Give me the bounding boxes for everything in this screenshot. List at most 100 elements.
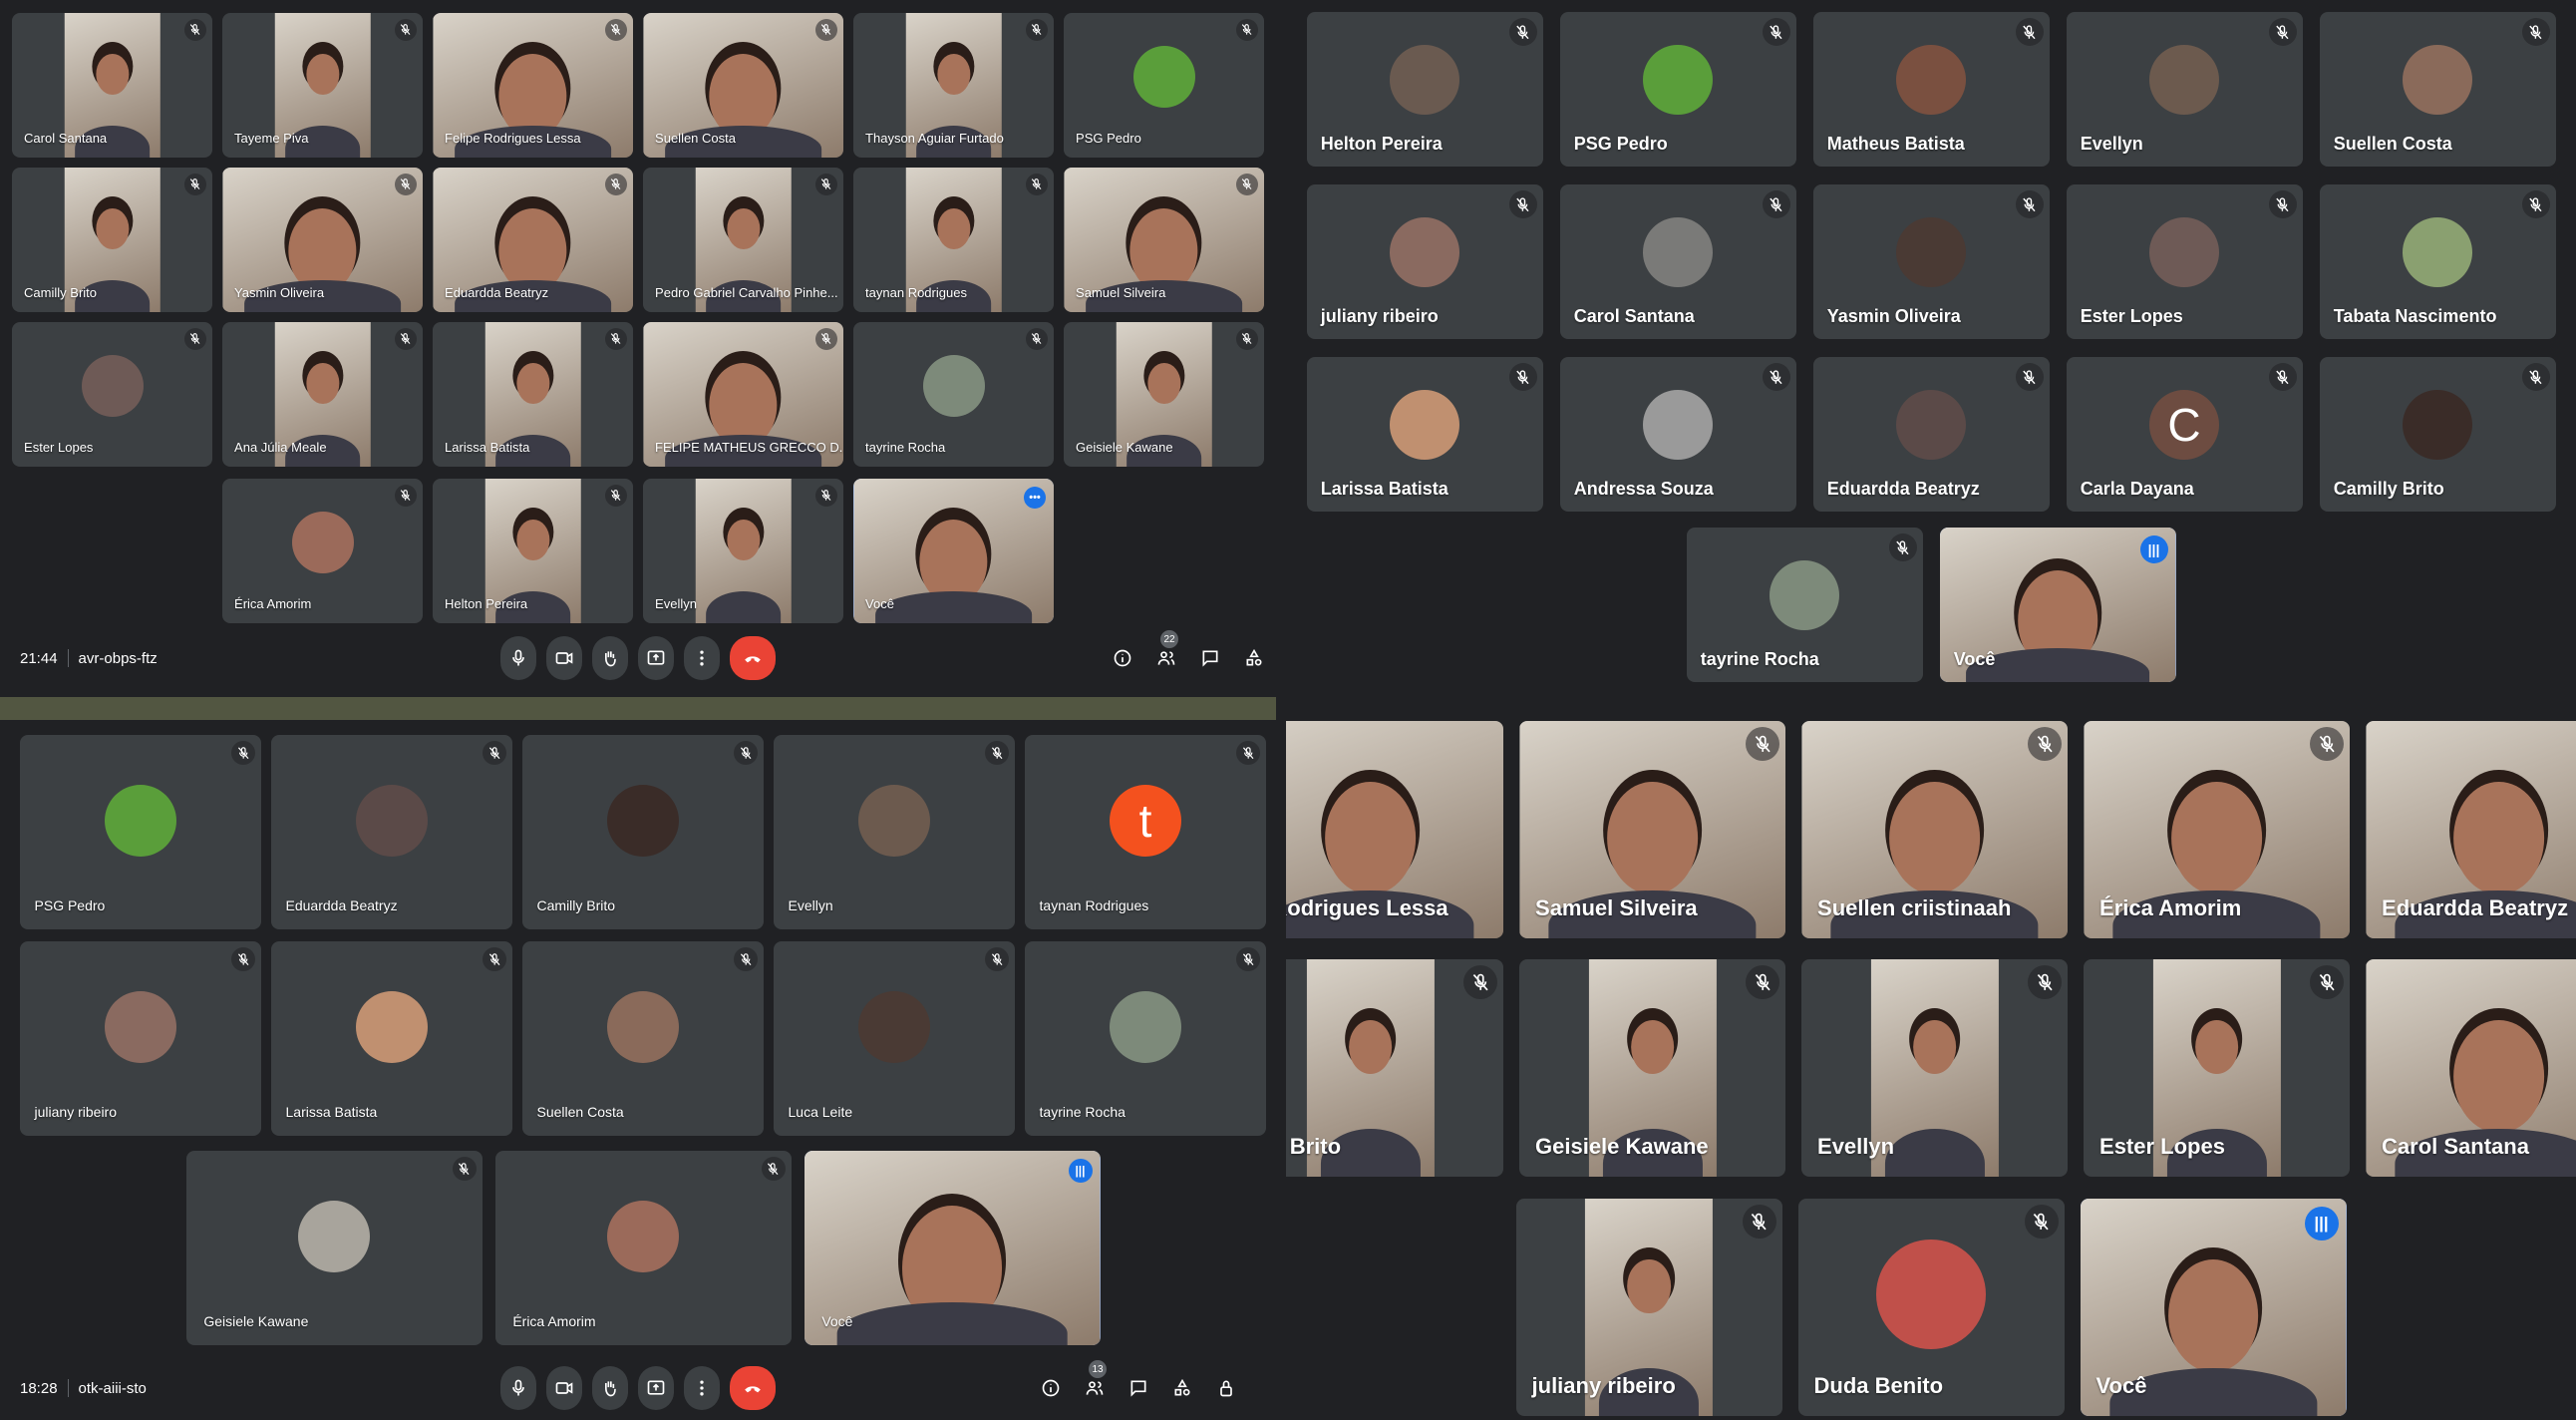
- participant-tile[interactable]: Camilly Brito: [2319, 357, 2556, 512]
- participant-tile[interactable]: Camilly Brito: [12, 168, 212, 312]
- participant-tile[interactable]: Ester Lopes: [2066, 184, 2303, 339]
- meeting-info-icon[interactable]: [1109, 644, 1136, 672]
- participant-tile[interactable]: Larissa Batista: [1306, 357, 1543, 512]
- participant-tile[interactable]: Camilly Brito: [522, 735, 764, 929]
- participant-tile[interactable]: Geisiele Kawane: [1519, 959, 1785, 1177]
- participant-tile[interactable]: illy Brito: [1286, 959, 1503, 1177]
- participant-tile[interactable]: Andressa Souza: [1559, 357, 1796, 512]
- participant-tile[interactable]: Suellen Costa: [643, 13, 843, 158]
- participant-tile[interactable]: Eduardda Beatryz: [1812, 357, 2050, 512]
- present-screen-button[interactable]: [638, 1366, 674, 1410]
- microphone-button[interactable]: [500, 636, 536, 680]
- participant-tile[interactable]: tayrine Rocha: [1686, 528, 1923, 682]
- activities-icon[interactable]: [1240, 644, 1268, 672]
- participant-tile[interactable]: Yasmin Oliveira: [1812, 184, 2050, 339]
- participant-tile[interactable]: tayrine Rocha: [1025, 941, 1266, 1136]
- participant-tile[interactable]: Samuel Silveira: [1064, 168, 1264, 312]
- participant-tile[interactable]: Érica Amorim: [2084, 721, 2350, 938]
- participant-tile[interactable]: Pedro Gabriel Carvalho Pinhe...: [643, 168, 843, 312]
- participant-tile[interactable]: Eduardda Beatryz: [2366, 721, 2576, 938]
- participant-tile[interactable]: Larissa Batista: [433, 322, 633, 467]
- meeting-info-icon[interactable]: [1037, 1374, 1065, 1402]
- participant-tile[interactable]: juliany ribeiro: [1306, 184, 1543, 339]
- participant-tile[interactable]: juliany ribeiro: [20, 941, 261, 1136]
- participant-tile[interactable]: PSG Pedro: [20, 735, 261, 929]
- mic-off-icon: [483, 741, 506, 765]
- more-options-icon[interactable]: •••: [1024, 487, 1046, 509]
- participant-tile[interactable]: Helton Pereira: [1306, 12, 1543, 167]
- raise-hand-button[interactable]: [592, 636, 628, 680]
- participant-tile[interactable]: Geisiele Kawane: [185, 1151, 483, 1345]
- participant-tile[interactable]: ••• Você: [853, 479, 1054, 623]
- participant-name: Duda Benito: [1813, 1372, 1944, 1398]
- participant-tile[interactable]: Ana Júlia Meale: [222, 322, 423, 467]
- mic-off-icon: [815, 328, 837, 350]
- profile-avatar: [1643, 45, 1713, 116]
- participant-tile[interactable]: juliany ribeiro: [1515, 1199, 1782, 1416]
- participant-tile[interactable]: Tayeme Piva: [222, 13, 423, 158]
- participant-tile[interactable]: Érica Amorim: [222, 479, 423, 623]
- microphone-button[interactable]: [500, 1366, 536, 1410]
- participant-tile[interactable]: Thayson Aguiar Furtado: [853, 13, 1054, 158]
- host-controls-lock-icon[interactable]: [1212, 1374, 1240, 1402]
- participant-tile[interactable]: Evellyn: [774, 735, 1015, 929]
- mic-off-icon: [395, 174, 417, 195]
- camera-button[interactable]: [546, 636, 582, 680]
- participant-tile[interactable]: t taynan Rodrigues: [1025, 735, 1266, 929]
- participant-tile[interactable]: Tabata Nascimento: [2319, 184, 2556, 339]
- participant-name: Ester Lopes: [24, 440, 94, 456]
- participant-tile[interactable]: Érica Amorim: [494, 1151, 792, 1345]
- participant-name: e Rodrigues Lessa: [1286, 894, 1449, 920]
- participant-tile[interactable]: PSG Pedro: [1559, 12, 1796, 167]
- participant-tile[interactable]: Helton Pereira: [433, 479, 633, 623]
- participant-tile[interactable]: Ester Lopes: [2084, 959, 2350, 1177]
- participant-tile[interactable]: Matheus Batista: [1812, 12, 2050, 167]
- participant-name: Eduardda Beatryz: [285, 897, 398, 914]
- participant-tile[interactable]: Samuel Silveira: [1519, 721, 1785, 938]
- participant-name: Thayson Aguiar Furtado: [865, 131, 1004, 147]
- participant-tile[interactable]: ||| Você: [2080, 1199, 2347, 1416]
- participant-tile[interactable]: Evellyn: [1801, 959, 2068, 1177]
- participant-tile[interactable]: e Rodrigues Lessa: [1286, 721, 1503, 938]
- participant-tile[interactable]: ||| Você: [804, 1151, 1101, 1345]
- present-screen-button[interactable]: [638, 636, 674, 680]
- participant-tile[interactable]: Ester Lopes: [12, 322, 212, 467]
- camera-button[interactable]: [546, 1366, 582, 1410]
- chat-icon[interactable]: [1125, 1374, 1152, 1402]
- participant-tile[interactable]: Yasmin Oliveira: [222, 168, 423, 312]
- participant-name: Larissa Batista: [1320, 478, 1449, 499]
- participant-tile[interactable]: Eduardda Beatryz: [271, 735, 512, 929]
- people-icon[interactable]: 13: [1081, 1360, 1109, 1402]
- participant-tile[interactable]: Carol Santana: [1559, 184, 1796, 339]
- chat-icon[interactable]: [1196, 644, 1224, 672]
- leave-call-button[interactable]: [730, 636, 776, 680]
- participant-tile[interactable]: tayrine Rocha: [853, 322, 1054, 467]
- participant-tile[interactable]: Evellyn: [643, 479, 843, 623]
- participant-tile[interactable]: Suellen criistinaah: [1801, 721, 2068, 938]
- participant-tile[interactable]: Duda Benito: [1797, 1199, 2065, 1416]
- participant-tile[interactable]: Larissa Batista: [271, 941, 512, 1136]
- participant-tile[interactable]: Felipe Rodrigues Lessa: [433, 13, 633, 158]
- participant-name: Carla Dayana: [2080, 478, 2194, 499]
- participant-tile[interactable]: Luca Leite: [774, 941, 1015, 1136]
- more-options-button[interactable]: [684, 1366, 720, 1410]
- activities-icon[interactable]: [1168, 1374, 1196, 1402]
- participant-tile[interactable]: taynan Rodrigues: [853, 168, 1054, 312]
- people-icon[interactable]: 22: [1152, 630, 1180, 672]
- participant-name: Camilly Brito: [2333, 478, 2444, 499]
- mic-off-icon: [605, 19, 627, 41]
- participant-tile[interactable]: Suellen Costa: [2319, 12, 2556, 167]
- participant-tile[interactable]: Suellen Costa: [522, 941, 764, 1136]
- participant-tile[interactable]: PSG Pedro: [1064, 13, 1264, 158]
- raise-hand-button[interactable]: [592, 1366, 628, 1410]
- participant-tile[interactable]: Geisiele Kawane: [1064, 322, 1264, 467]
- participant-tile[interactable]: ||| Você: [1939, 528, 2176, 682]
- participant-tile[interactable]: Evellyn: [2066, 12, 2303, 167]
- participant-tile[interactable]: C Carla Dayana: [2066, 357, 2303, 512]
- leave-call-button[interactable]: [730, 1366, 776, 1410]
- participant-tile[interactable]: Eduardda Beatryz: [433, 168, 633, 312]
- more-options-button[interactable]: [684, 636, 720, 680]
- participant-tile[interactable]: FELIPE MATHEUS GRECCO D...: [643, 322, 843, 467]
- participant-tile[interactable]: Carol Santana: [12, 13, 212, 158]
- participant-tile[interactable]: Carol Santana: [2366, 959, 2576, 1177]
